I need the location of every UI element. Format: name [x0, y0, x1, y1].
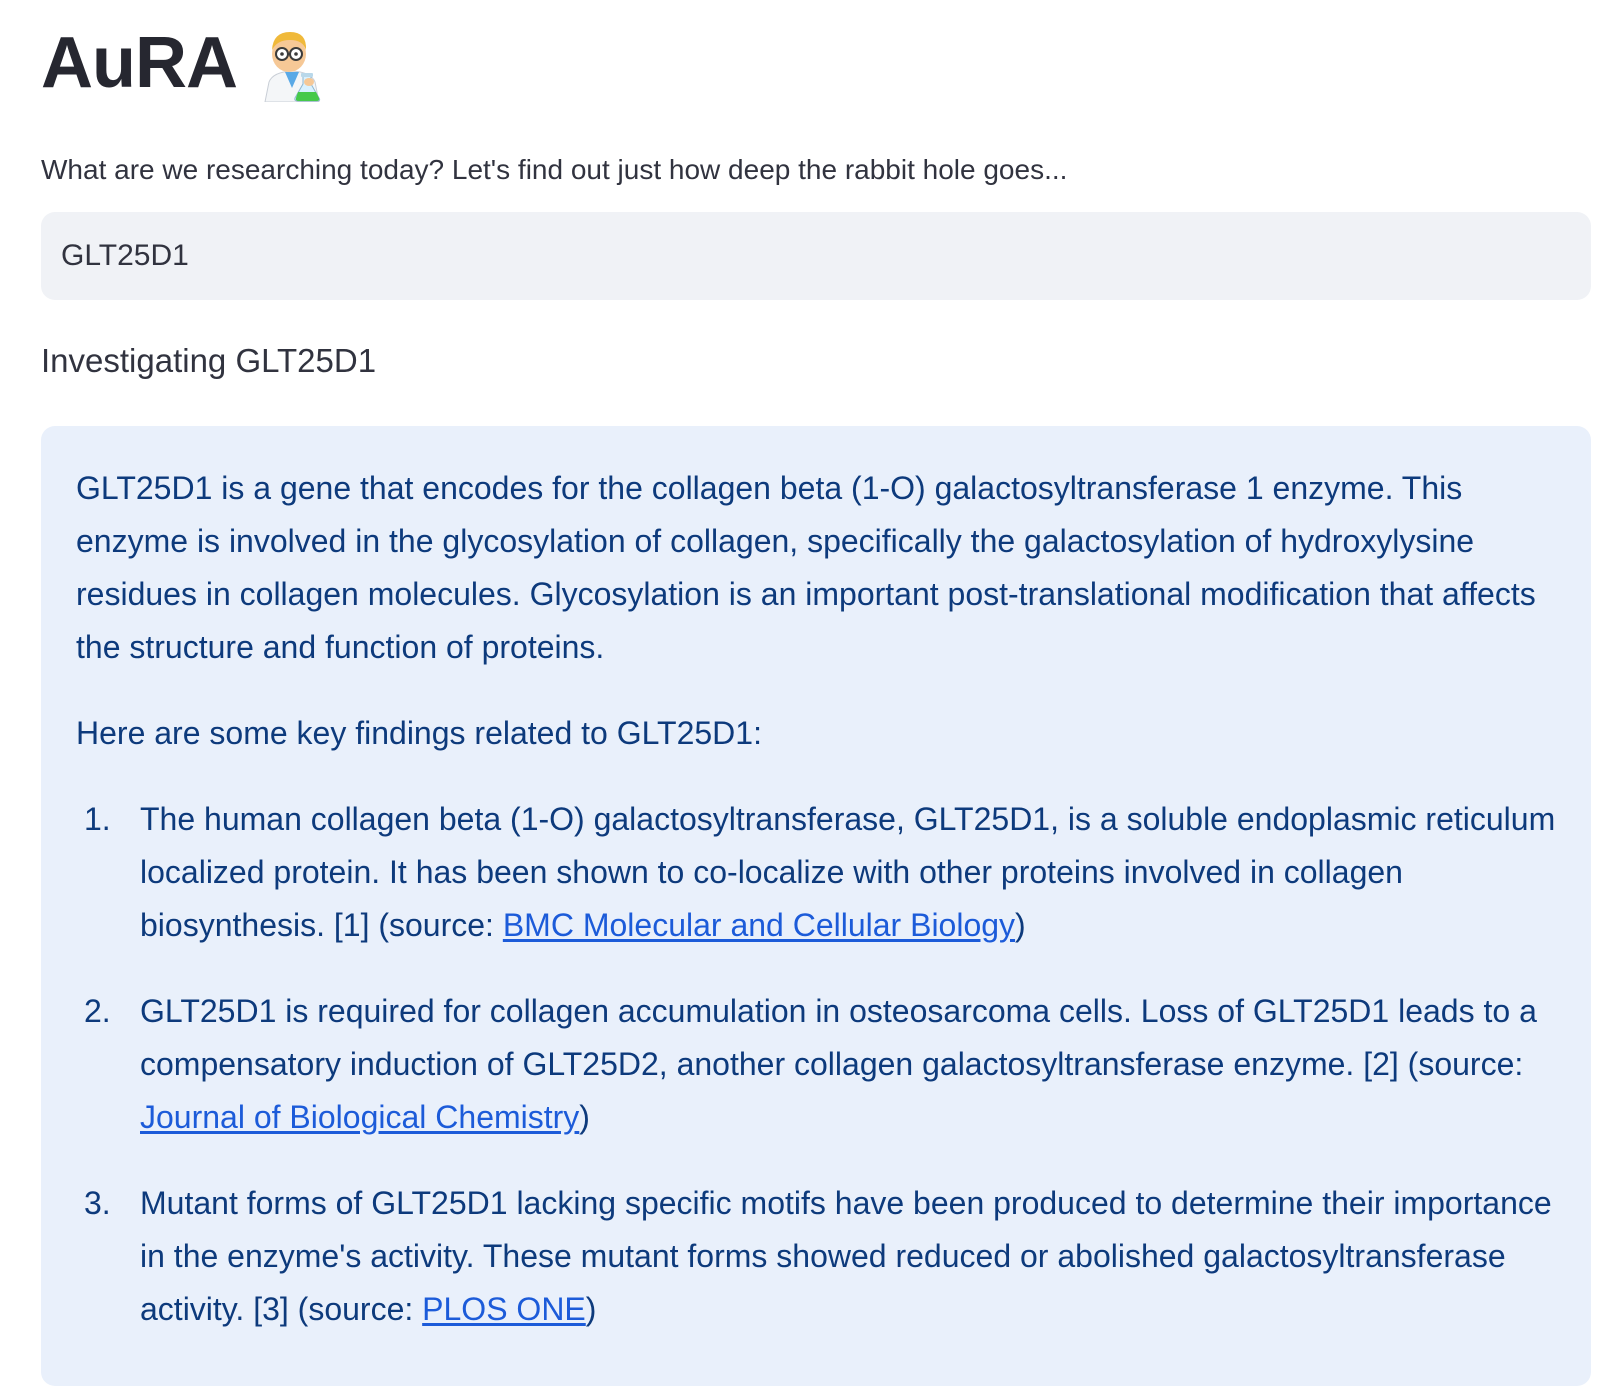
- finding-item: 3. Mutant forms of GLT25D1 lacking speci…: [76, 1177, 1556, 1336]
- finding-number: 1.: [84, 801, 111, 837]
- findings-list: 1. The human collagen beta (1-O) galacto…: [76, 793, 1556, 1336]
- source-link-bmc[interactable]: BMC Molecular and Cellular Biology: [503, 907, 1015, 943]
- intro-paragraph: GLT25D1 is a gene that encodes for the c…: [76, 470, 1536, 665]
- search-input[interactable]: [61, 239, 1571, 273]
- source-link-plos[interactable]: PLOS ONE: [422, 1291, 586, 1327]
- finding-text: Mutant forms of GLT25D1 lacking specific…: [140, 1185, 1552, 1327]
- search-label: What are we researching today? Let's fin…: [41, 154, 1068, 185]
- finding-number: 2.: [84, 993, 111, 1029]
- finding-item: 2. GLT25D1 is required for collagen accu…: [76, 985, 1556, 1144]
- findings-heading: Here are some key findings related to GL…: [76, 715, 762, 751]
- finding-close: ): [1015, 907, 1026, 943]
- page-title: AuRA: [41, 22, 325, 104]
- source-link-jbc[interactable]: Journal of Biological Chemistry: [140, 1099, 579, 1135]
- finding-number: 3.: [84, 1185, 111, 1221]
- finding-close: ): [579, 1099, 590, 1135]
- result-info-box: GLT25D1 is a gene that encodes for the c…: [41, 426, 1591, 1386]
- finding-close: ): [585, 1291, 597, 1327]
- status-text: Investigating GLT25D1: [41, 342, 377, 379]
- app-title: AuRA: [41, 23, 238, 103]
- scientist-icon: [259, 24, 325, 103]
- search-field[interactable]: [41, 212, 1591, 300]
- finding-text: GLT25D1 is required for collagen accumul…: [140, 993, 1537, 1082]
- finding-item: 1. The human collagen beta (1-O) galacto…: [76, 793, 1556, 952]
